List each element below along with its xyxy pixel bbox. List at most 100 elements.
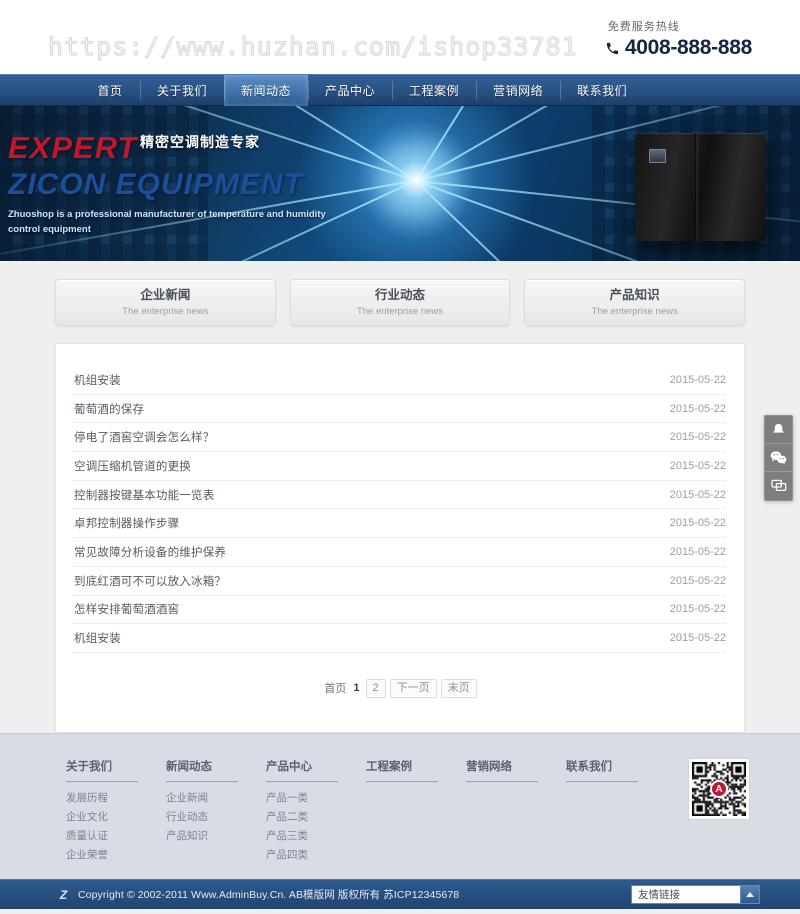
footer-column-title[interactable]: 营销网络 xyxy=(466,758,538,782)
footer-link[interactable]: 企业文化 xyxy=(66,808,166,827)
friend-links-value: 友情链接 xyxy=(632,886,740,904)
list-item[interactable]: 机组安装 2015-05-22 xyxy=(74,624,726,653)
friend-links-select[interactable]: 友情链接 xyxy=(631,885,760,905)
news-date: 2015-05-22 xyxy=(669,402,726,415)
banner-slogan-en: Zhuoshop is a professional manufacturer … xyxy=(8,209,326,235)
floating-contact-widget xyxy=(764,415,793,501)
bell-icon xyxy=(771,422,786,437)
phone-icon xyxy=(605,41,620,56)
news-date: 2015-05-22 xyxy=(669,603,726,616)
footer-column-title[interactable]: 新闻动态 xyxy=(166,758,238,782)
category-tabs: 企业新闻 The enterprise news 行业动态 The enterp… xyxy=(55,261,746,326)
footer-column-network: 营销网络 xyxy=(466,758,566,789)
tab-product-knowledge[interactable]: 产品知识 The enterprise news xyxy=(524,279,746,326)
tab-subtitle: The enterprise news xyxy=(122,305,209,317)
news-date: 2015-05-22 xyxy=(669,488,726,501)
footer-link[interactable]: 产品三类 xyxy=(266,827,366,846)
list-item[interactable]: 常见故障分析设备的维护保养 2015-05-22 xyxy=(74,538,726,567)
news-title: 到底红酒可不可以放入冰箱？ xyxy=(74,575,227,588)
news-date: 2015-05-22 xyxy=(669,632,726,645)
news-title: 怎样安排葡萄酒酒窖 xyxy=(74,604,180,617)
nav-item-news[interactable]: 新闻动态 xyxy=(224,75,309,106)
nav-item-home[interactable]: 首页 xyxy=(80,75,140,106)
hotline-label: 免费服务热线 xyxy=(607,21,680,33)
copyright-text: Copyright © 2002-2011 Www.AdminBuy.Cn. A… xyxy=(78,889,460,902)
tab-subtitle: The enterprise news xyxy=(356,305,444,317)
wechat-icon xyxy=(770,450,787,465)
list-item[interactable]: 空调压缩机管道的更换 2015-05-22 xyxy=(74,452,726,481)
pagination-next[interactable]: 下一页 xyxy=(389,678,437,699)
site-logo-icon: Z xyxy=(59,887,68,902)
nav-item-cases[interactable]: 工程案例 xyxy=(392,75,476,106)
footer-column-about: 关于我们 发展历程 企业文化 质量认证 企业荣誉 xyxy=(66,758,166,865)
news-date: 2015-05-22 xyxy=(669,545,726,558)
footer-column-news: 新闻动态 企业新闻 行业动态 产品知识 xyxy=(166,758,266,846)
nav-item-products[interactable]: 产品中心 xyxy=(308,75,392,106)
banner-center-glow xyxy=(356,120,476,241)
footer-column-title[interactable]: 关于我们 xyxy=(66,758,138,782)
news-title: 停电了酒窖空调会怎么样？ xyxy=(74,432,215,445)
tab-title: 行业动态 xyxy=(375,288,426,303)
pagination-page-2[interactable]: 2 xyxy=(365,678,386,699)
tab-subtitle: The enterprise news xyxy=(591,305,678,317)
footer-column-cases: 工程案例 xyxy=(366,758,466,789)
list-item[interactable]: 葡萄酒的保存 2015-05-22 xyxy=(74,395,726,424)
footer-link[interactable]: 产品二类 xyxy=(266,808,366,827)
tab-title: 企业新闻 xyxy=(140,288,191,303)
site-header: https://www.huzhan.com/ishop33781 免费服务热线… xyxy=(0,0,800,74)
tab-industry-news[interactable]: 行业动态 The enterprise news xyxy=(289,279,511,326)
news-title: 机组安装 xyxy=(74,374,121,387)
footer-link[interactable]: 质量认证 xyxy=(66,827,166,846)
notification-button[interactable] xyxy=(765,416,792,444)
list-item[interactable]: 停电了酒窖空调会怎么样？ 2015-05-22 xyxy=(74,423,726,453)
footer-column-title[interactable]: 工程案例 xyxy=(366,758,438,782)
footer-column-title[interactable]: 联系我们 xyxy=(566,758,638,782)
footer-column-products: 产品中心 产品一类 产品二类 产品三类 产品四类 xyxy=(266,758,366,865)
qr-center-logo: A xyxy=(710,780,728,798)
list-item[interactable]: 卓邦控制器操作步骤 2015-05-22 xyxy=(74,509,726,539)
online-chat-button[interactable] xyxy=(765,472,792,500)
footer-link[interactable]: 企业新闻 xyxy=(166,789,266,808)
hero-banner: EXPERT ZICON EQUIPMENT Zhuoshop is a pro… xyxy=(0,106,800,261)
site-footer: 关于我们 发展历程 企业文化 质量认证 企业荣誉 新闻动态 企业新闻 行业动态 … xyxy=(0,733,800,880)
wechat-button[interactable] xyxy=(765,444,792,472)
news-date: 2015-05-22 xyxy=(669,459,726,472)
list-item[interactable]: 怎样安排葡萄酒酒窖 2015-05-22 xyxy=(74,596,726,625)
news-date: 2015-05-22 xyxy=(669,431,726,444)
footer-link[interactable]: 产品一类 xyxy=(266,789,366,808)
nav-item-contact[interactable]: 联系我们 xyxy=(560,75,644,106)
pagination: 首页 1 2 下一页 末页 xyxy=(74,653,726,722)
list-item[interactable]: 机组安装 2015-05-22 xyxy=(74,366,726,395)
tab-title: 产品知识 xyxy=(609,288,660,303)
list-item[interactable]: 到底红酒可不可以放入冰箱？ 2015-05-22 xyxy=(74,567,726,596)
chevron-up-icon[interactable] xyxy=(740,886,759,904)
chat-icon xyxy=(770,479,787,493)
news-list: 机组安装 2015-05-22 葡萄酒的保存 2015-05-22 停电了酒窖空… xyxy=(74,366,726,653)
footer-link[interactable]: 产品知识 xyxy=(166,827,266,846)
page-body: 企业新闻 The enterprise news 行业动态 The enterp… xyxy=(0,261,800,733)
nav-item-network[interactable]: 营销网络 xyxy=(476,75,560,106)
hotline-block: 免费服务热线 4008-888-888 xyxy=(605,18,752,60)
nav-item-about[interactable]: 关于我们 xyxy=(140,75,224,106)
footer-link[interactable]: 产品四类 xyxy=(266,846,366,865)
news-date: 2015-05-22 xyxy=(669,517,726,530)
tab-enterprise-news[interactable]: 企业新闻 The enterprise news xyxy=(55,279,276,326)
news-title: 葡萄酒的保存 xyxy=(74,403,145,416)
footer-link[interactable]: 行业动态 xyxy=(166,808,266,827)
list-item[interactable]: 控制器按键基本功能一览表 2015-05-22 xyxy=(74,481,726,510)
footer-column-contact: 联系我们 xyxy=(566,758,666,789)
pagination-last[interactable]: 末页 xyxy=(440,678,477,699)
copyright-bar: Z Copyright © 2002-2011 Www.AdminBuy.Cn.… xyxy=(0,879,800,910)
banner-headline-equipment: ZICON EQUIPMENT xyxy=(8,168,304,201)
news-title: 卓邦控制器操作步骤 xyxy=(74,518,180,531)
footer-column-title[interactable]: 产品中心 xyxy=(266,758,338,782)
footer-link[interactable]: 发展历程 xyxy=(66,789,166,808)
news-title: 控制器按键基本功能一览表 xyxy=(74,489,215,502)
news-title: 常见故障分析设备的维护保养 xyxy=(74,546,227,559)
footer-link[interactable]: 企业荣誉 xyxy=(66,846,166,865)
pagination-first[interactable]: 首页 xyxy=(323,680,347,696)
pagination-current-page: 1 xyxy=(353,682,360,695)
news-panel: 机组安装 2015-05-22 葡萄酒的保存 2015-05-22 停电了酒窖空… xyxy=(55,343,745,733)
news-date: 2015-05-22 xyxy=(669,574,726,587)
news-title: 空调压缩机管道的更换 xyxy=(74,460,191,473)
